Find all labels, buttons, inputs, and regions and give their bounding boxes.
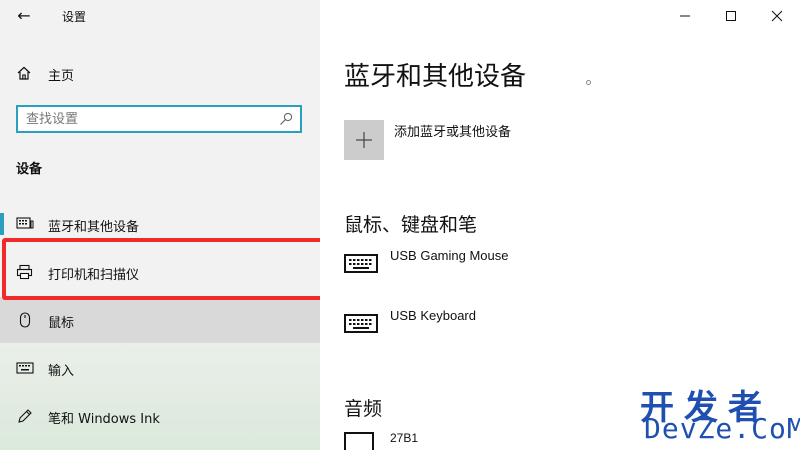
app-title: 设置 — [62, 10, 87, 24]
device-item[interactable]: USB Keyboard — [344, 308, 644, 352]
mouse-icon — [19, 312, 31, 328]
sidebar-item-pen[interactable]: 笔和 Windows Ink — [0, 393, 320, 439]
keyboard-icon — [16, 362, 34, 374]
maximize-icon — [726, 11, 736, 21]
device-name: USB Gaming Mouse — [390, 248, 509, 263]
plus-icon — [356, 132, 372, 148]
settings-sidebar: ← 设置 主页 设备 蓝牙和其他设备 — [0, 0, 320, 450]
group-title-audio: 音频 — [344, 398, 383, 420]
title-bar: ← 设置 — [0, 0, 320, 32]
close-button[interactable] — [754, 0, 800, 32]
group-title-input-devices: 鼠标、键盘和笔 — [344, 214, 478, 236]
search-input[interactable] — [26, 110, 266, 128]
keyboard-device-icon — [344, 314, 378, 333]
close-icon — [771, 10, 783, 22]
watermark-logo: DevZe.CoM — [644, 412, 800, 445]
sidebar-item-label: 输入 — [48, 364, 75, 379]
sidebar-item-typing[interactable]: 输入 — [0, 345, 320, 391]
monitor-device-icon[interactable] — [344, 432, 374, 450]
device-name[interactable]: 27B1 — [390, 431, 418, 445]
sidebar-item-label: 笔和 Windows Ink — [48, 412, 160, 427]
sidebar-item-bluetooth[interactable]: 蓝牙和其他设备 — [0, 201, 320, 247]
back-arrow-icon: ← — [17, 6, 31, 25]
search-box[interactable] — [16, 105, 302, 133]
sidebar-item-home[interactable]: 主页 — [0, 58, 320, 88]
add-device-label[interactable]: 添加蓝牙或其他设备 — [394, 121, 511, 140]
page-title: 蓝牙和其他设备 — [344, 62, 527, 92]
bluetooth-keyboard-icon — [16, 217, 34, 229]
sidebar-item-printers[interactable]: 打印机和扫描仪 — [0, 249, 320, 295]
maximize-button[interactable] — [708, 0, 754, 32]
sidebar-item-label: 打印机和扫描仪 — [48, 268, 140, 283]
search-icon[interactable] — [278, 111, 294, 127]
home-label: 主页 — [48, 69, 75, 84]
pen-icon — [18, 409, 32, 423]
minimize-icon — [680, 15, 690, 17]
home-icon — [17, 66, 31, 80]
sidebar-item-label: 鼠标 — [48, 316, 75, 331]
keyboard-device-icon — [344, 254, 378, 273]
device-name: USB Keyboard — [390, 308, 476, 323]
add-device-button[interactable] — [344, 120, 384, 160]
printer-icon — [16, 264, 33, 280]
decorative-dot — [586, 80, 591, 85]
minimize-button[interactable] — [662, 0, 708, 32]
section-title-devices: 设备 — [16, 162, 43, 177]
back-button[interactable]: ← — [10, 4, 38, 28]
sidebar-item-label: 蓝牙和其他设备 — [48, 220, 140, 235]
active-indicator — [0, 213, 4, 235]
sidebar-item-mouse[interactable]: 鼠标 — [0, 297, 320, 343]
device-item[interactable]: USB Gaming Mouse — [344, 248, 644, 292]
